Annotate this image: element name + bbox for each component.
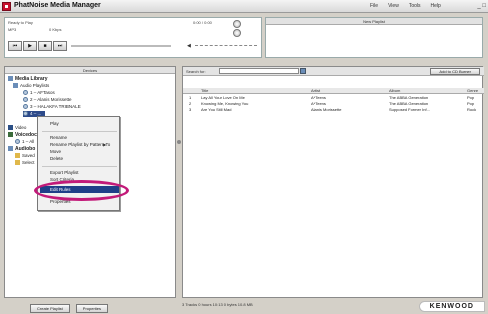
tree-playlist-3[interactable]: 3 – HALAKFA TRIBNALE [23,104,81,110]
previous-button[interactable]: ⏮ [8,41,22,51]
add-to-cd-burner-button[interactable]: Add to CD Burner [430,68,480,75]
table-header: Title Artist Album Genre [183,88,484,94]
player-status: Ready to Play [8,20,33,25]
disc-icon [23,97,28,102]
app-title: PhatNoise Media Manager [14,2,101,9]
menu-item-rename-pattern[interactable]: Rename Playlist by Pattern To ▶ [50,142,110,147]
menu-item-sort-criteria[interactable]: Sort Criteria [50,177,74,182]
play-button[interactable]: ▶ [23,41,37,51]
menu-file[interactable]: File [370,3,378,9]
search-input[interactable] [219,68,299,74]
menu-separator [42,131,117,132]
tree-media-library[interactable]: Media Library [8,76,48,82]
search-dropdown-icon[interactable] [300,68,306,74]
menu-tools[interactable]: Tools [409,3,421,9]
context-menu: Play Rename Rename Playlist by Pattern T… [37,116,120,211]
submenu-arrow-icon: ▶ [103,142,107,147]
volume-icon: ◀ [187,43,191,49]
player-time: 0:00 / 0:00 [193,20,212,25]
audiobook-icon [8,146,13,151]
tree-video[interactable]: Video [8,125,26,131]
audio-icon [8,132,13,137]
video-icon [8,125,13,130]
tree-audio-playlists[interactable]: Audio Playlists [13,83,49,89]
column-artist[interactable]: Artist [311,88,387,94]
tree-saved[interactable]: Saved [15,153,35,159]
create-playlist-button[interactable]: Create Playlist [30,304,70,313]
column-album[interactable]: Album [389,88,465,94]
column-genre[interactable]: Genre [467,88,484,94]
menu-help[interactable]: Help [431,3,441,9]
stop-button[interactable]: ■ [38,41,52,51]
transport-controls: ⏮ ▶ ■ ⏭ [8,41,67,51]
folder-icon [15,153,20,158]
menu-view[interactable]: View [388,3,399,9]
disc-icon [23,111,28,116]
status-bar: 3 Tracks 0 hours 10:13 0 bytes 10.8 MB [182,302,253,307]
menu-separator [42,166,117,167]
menu-item-move[interactable]: Move [50,149,61,154]
playlist-icon [13,83,18,88]
player-bitrate: 0 Kbps [49,27,62,32]
folder-icon [15,160,20,165]
device-header: Devices [5,67,175,74]
search-label: Search for: [186,69,206,74]
shuffle-knob-icon[interactable] [233,29,241,37]
next-button[interactable]: ⏭ [53,41,67,51]
menu-item-play[interactable]: Play [50,121,59,126]
menu-bar: File View Tools Help [370,3,441,9]
menu-item-delete[interactable]: Delete [50,156,63,161]
new-playlist-header: New Playlist [266,18,482,25]
tree-playlist-2[interactable]: 2 – Alanis Morissette [23,97,72,103]
app-icon [2,2,11,11]
search-bar: Search for: Add to CD Burner [183,67,484,76]
seek-slider[interactable] [71,45,171,47]
library-icon [8,76,13,81]
repeat-knob-icon[interactable] [233,20,241,28]
volume-slider[interactable] [195,45,257,47]
brand-logo: KENWOOD [418,301,485,312]
table-row[interactable]: 3 Are You Still Mad Alanis Morissette Su… [183,107,484,113]
column-title[interactable]: Title [201,88,309,94]
disc-icon [23,90,28,95]
menu-item-rename[interactable]: Rename [50,135,67,140]
tree-playlist-1[interactable]: 1 – AFTasos [23,90,55,96]
window-controls[interactable]: _ □ [477,3,486,9]
tree-audiobooks[interactable]: Audiobo [8,146,35,152]
properties-button[interactable]: Properties [75,304,109,313]
tree-voicedoc[interactable]: Voicedoc [8,132,37,138]
tree-select[interactable]: Select [15,160,35,166]
player-panel: Ready to Play 0:00 / 0:00 MP3 0 Kbps ⏮ ▶… [4,17,262,58]
disc-icon [15,139,20,144]
player-format: MP3 [8,27,17,32]
splitter-grip[interactable] [177,140,181,144]
new-playlist-panel: New Playlist [265,17,483,58]
menu-item-export-playlist[interactable]: Export Playlist [50,170,79,175]
disc-icon [23,104,28,109]
title-bar: PhatNoise Media Manager File View Tools … [0,0,488,13]
content-panel: Search for: Add to CD Burner Title Artis… [182,66,484,298]
device-footer: Create Playlist Properties [30,304,109,313]
menu-item-properties[interactable]: Properties [50,199,71,204]
menu-item-edit-rules[interactable]: Edit Rules [40,186,119,193]
tree-voicedoc-all[interactable]: 1 – All [15,139,34,145]
